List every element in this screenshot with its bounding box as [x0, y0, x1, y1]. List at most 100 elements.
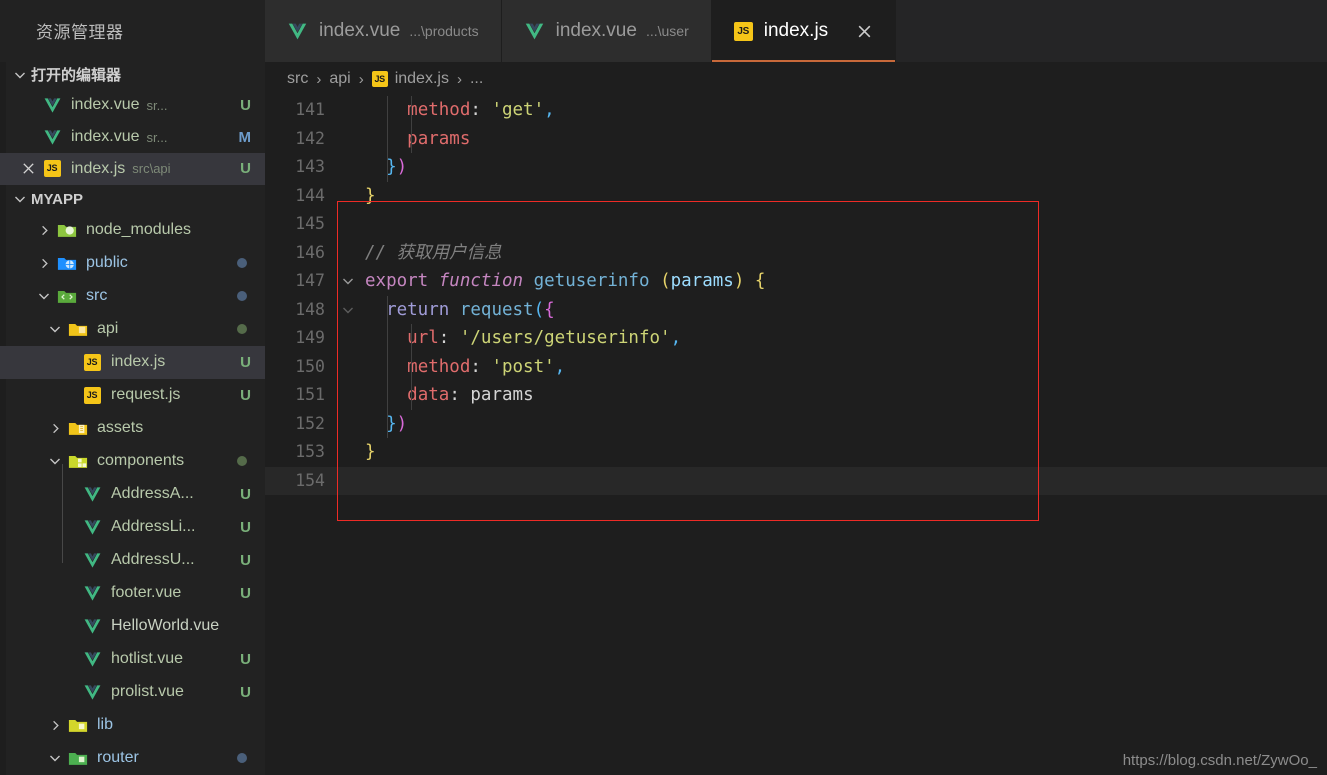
git-status-dot — [237, 324, 247, 335]
git-status-dot — [237, 258, 247, 269]
sidebar-item-label: public — [86, 254, 128, 272]
sidebar-item-addressupdate[interactable]: AddressU... U — [0, 544, 265, 577]
line-number: 141 — [295, 100, 325, 119]
vue-icon — [80, 617, 104, 636]
sidebar-item-lib[interactable]: lib — [0, 709, 265, 742]
vue-icon — [80, 518, 104, 537]
js-icon: JS — [371, 71, 388, 87]
open-editor-item-1[interactable]: index.vue sr... M — [0, 121, 265, 153]
vue-icon — [80, 551, 104, 570]
sidebar-item-label: assets — [97, 419, 144, 437]
sidebar-item-addresslist[interactable]: AddressLi... U — [0, 511, 265, 544]
fold-chevron-down-icon[interactable] — [335, 302, 361, 318]
line-number: 150 — [295, 356, 325, 376]
tab-label: index.vue — [555, 20, 637, 41]
sidebar-item-status: U — [240, 551, 251, 569]
breadcrumb-separator: › — [456, 70, 462, 88]
sidebar-item-public[interactable]: public — [0, 247, 265, 280]
breadcrumb-item-api[interactable]: api — [329, 70, 350, 88]
sidebar-item-api[interactable]: api — [0, 313, 265, 346]
line-number: 154 — [295, 470, 325, 490]
breadcrumb-item-file[interactable]: index.js — [395, 70, 449, 88]
sidebar-item-helloworld-vue[interactable]: HelloWorld.vue — [0, 610, 265, 643]
sidebar-item-label: components — [97, 452, 185, 470]
breadcrumb-separator: › — [316, 70, 322, 88]
line-number: 143 — [295, 157, 325, 176]
sidebar-item-addressadd[interactable]: AddressA... U — [0, 478, 265, 511]
folder-icon — [55, 222, 79, 239]
sidebar-item-hotlist-vue[interactable]: hotlist.vue U — [0, 643, 265, 676]
sidebar-item-prolist-vue[interactable]: prolist.vue U — [0, 676, 265, 709]
js-icon: JS — [80, 386, 104, 404]
chevron-down-icon — [44, 318, 66, 340]
sidebar-item-status: U — [240, 683, 251, 701]
breadcrumb-separator: › — [358, 70, 364, 88]
open-editor-status: U — [240, 96, 251, 114]
vue-icon — [524, 21, 545, 42]
sidebar-item-status: U — [240, 650, 251, 668]
js-icon: JS — [80, 353, 104, 371]
open-editor-name: index.vue — [71, 128, 140, 145]
code-editor[interactable]: ' 141 method: 'get', 142 params 143 }) — [265, 96, 1327, 775]
sidebar-item-request-js[interactable]: JS request.js U — [0, 379, 265, 412]
open-editor-item-0[interactable]: index.vue sr... U — [0, 89, 265, 121]
sidebar-item-status: U — [240, 386, 251, 404]
project-name-label: MYAPP — [31, 190, 83, 208]
chevron-down-icon — [9, 64, 31, 86]
sidebar-item-label: index.js — [111, 353, 166, 371]
sidebar-item-assets[interactable]: assets — [0, 412, 265, 445]
line-number: 153 — [295, 442, 325, 461]
code-line: 151 data: params — [265, 381, 1327, 410]
line-number: 148 — [295, 299, 325, 319]
tab-index-vue-user[interactable]: index.vue ...\user — [501, 0, 712, 62]
sidebar-item-label: AddressU... — [111, 551, 195, 569]
vue-icon — [40, 96, 64, 115]
code-lines: ' 141 method: 'get', 142 params 143 }) — [265, 96, 1327, 775]
project-section-header[interactable]: MYAPP — [0, 185, 265, 214]
tab-label: index.js — [763, 20, 829, 41]
tab-close-icon[interactable] — [856, 23, 873, 40]
sidebar-item-status: U — [240, 353, 251, 371]
sidebar-item-status: U — [240, 518, 251, 536]
sidebar-item-router[interactable]: router — [0, 742, 265, 775]
code-line: 149 url: '/users/getuserinfo', — [265, 324, 1327, 353]
chevron-down-icon — [44, 450, 66, 472]
sidebar-item-index-js[interactable]: JS index.js U — [0, 345, 265, 379]
code-line: 148 return request({ — [265, 295, 1327, 324]
close-icon[interactable] — [16, 161, 40, 176]
folder-icon — [66, 453, 90, 470]
sidebar-item-src[interactable]: src — [0, 280, 265, 313]
breadcrumb-item-more[interactable]: ... — [470, 70, 483, 88]
fold-chevron-down-icon[interactable] — [335, 273, 361, 289]
tab-index-js[interactable]: JS index.js — [711, 0, 897, 62]
sidebar-item-footer-vue[interactable]: footer.vue U — [0, 577, 265, 610]
folder-icon — [55, 288, 79, 305]
sidebar-item-label: AddressA... — [111, 485, 194, 503]
editor-tabbar: index.vue ...\products index.vue ...\use… — [265, 0, 1327, 62]
line-number: 144 — [295, 185, 325, 205]
sidebar-item-label: hotlist.vue — [111, 650, 184, 668]
sidebar-item-label: api — [97, 320, 119, 338]
sidebar-item-node_modules[interactable]: node_modules — [0, 214, 265, 247]
open-editor-name: index.js — [71, 159, 126, 177]
line-number: 142 — [295, 128, 325, 148]
code-line: 144 } — [265, 182, 1327, 211]
open-editor-status: M — [238, 128, 252, 146]
open-editor-item-2[interactable]: JS index.js src\api U — [0, 152, 265, 185]
git-status-dot — [237, 456, 247, 467]
vue-icon — [80, 584, 104, 603]
git-status-dot — [237, 753, 247, 764]
vue-icon — [80, 650, 104, 669]
open-editor-desc: sr... — [146, 97, 168, 113]
folder-icon — [66, 717, 90, 734]
sidebar-item-components[interactable]: components — [0, 445, 265, 478]
code-line: 142 params — [265, 124, 1327, 153]
open-editor-name: index.vue — [71, 96, 140, 114]
vscode-window: 资源管理器 打开的编辑器 index.vue sr... U index.vue… — [0, 0, 1327, 775]
sidebar-item-label: AddressLi... — [111, 518, 196, 536]
open-editors-section-header[interactable]: 打开的编辑器 — [0, 60, 265, 89]
breadcrumb-item-src[interactable]: src — [287, 70, 308, 88]
sidebar-item-status: U — [240, 584, 251, 602]
tab-index-vue-products[interactable]: index.vue ...\products — [265, 0, 502, 62]
sidebar-item-label: prolist.vue — [111, 683, 184, 701]
